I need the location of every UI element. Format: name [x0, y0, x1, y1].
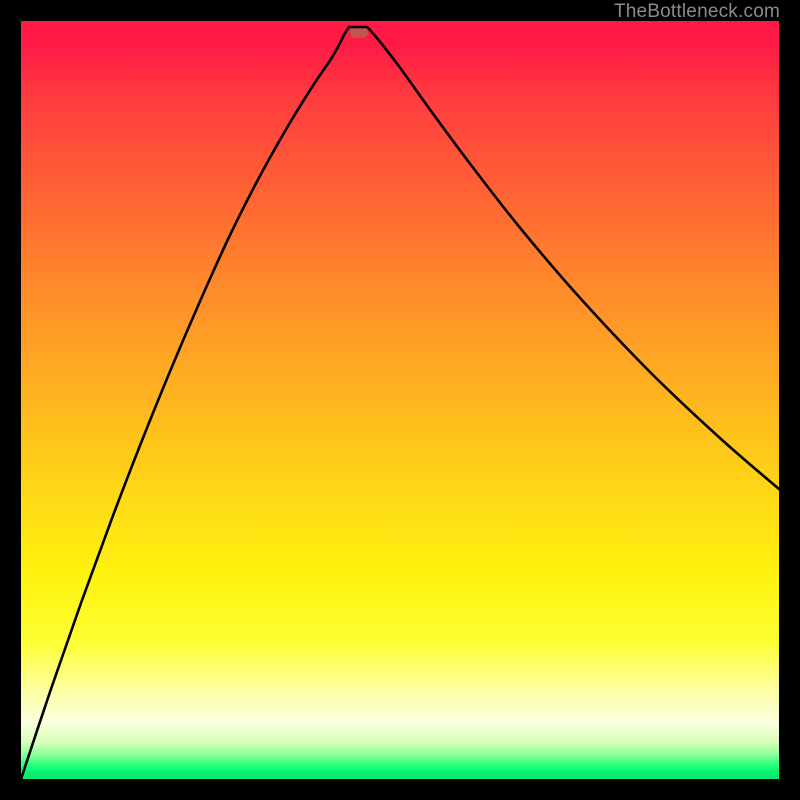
bottleneck-curve — [21, 21, 779, 779]
watermark-text: TheBottleneck.com — [614, 1, 780, 23]
plot-area — [21, 21, 779, 779]
chart-frame: TheBottleneck.com — [0, 0, 800, 800]
